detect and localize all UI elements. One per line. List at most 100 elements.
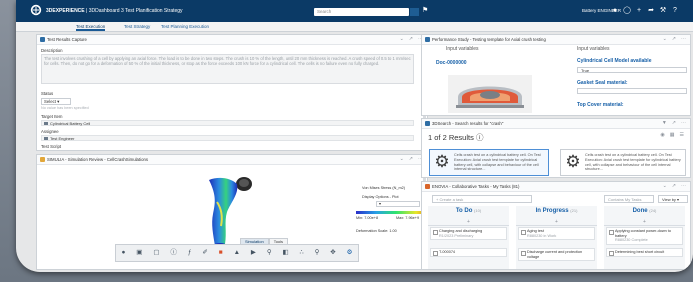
add-icon[interactable]: + [635, 6, 643, 15]
task-card[interactable]: Determining best short circuit [606, 248, 683, 257]
expand-icon[interactable]: ↗ [672, 119, 676, 128]
color-map-icon[interactable]: ■ [219, 248, 223, 258]
info-icon[interactable]: ⓘ [170, 248, 177, 258]
grid-view-icon[interactable]: ▦ [670, 131, 675, 140]
status-select[interactable]: Select ▾ [41, 98, 71, 105]
task-card[interactable]: T-000074 [430, 248, 507, 257]
display-options-select[interactable]: ▾ [376, 201, 420, 207]
panel-title: Test Results Capture [47, 37, 87, 42]
assignee-label: Assignee [41, 129, 59, 134]
panel-controls: ⌄ ↗ ⋯ [400, 35, 423, 44]
expand-icon[interactable]: ↗ [672, 35, 676, 44]
expand-icon[interactable]: ↗ [409, 155, 413, 164]
checkbox-icon[interactable] [521, 251, 526, 256]
filter-icon[interactable]: ▼ [662, 119, 667, 128]
add-task-button[interactable]: + [516, 219, 597, 226]
measure-icon[interactable]: ⚲ [315, 248, 320, 258]
checkbox-icon[interactable] [609, 251, 614, 256]
view-by-select[interactable]: View by ▾ [658, 195, 688, 203]
chevron-down-icon[interactable]: ⌄ [400, 155, 404, 164]
column-header: Done (24) [632, 208, 657, 214]
expand-icon[interactable]: ↗ [409, 35, 413, 44]
person-icon [44, 137, 48, 140]
performance-study-panel: Performance Study - Testing template for… [421, 34, 691, 116]
chevron-down-icon[interactable]: ⌄ [663, 182, 667, 191]
panel-controls: ⌄ ↗ ⋯ [663, 35, 686, 44]
display-options-label: Display Options - Plot [362, 195, 399, 199]
expand-icon[interactable]: ↗ [672, 182, 676, 191]
gear-icon: ⚙ [565, 152, 581, 171]
top-icons: ● ◯ + ➦ ⚒ ? [611, 6, 679, 15]
panel-title: SIMULIA - Simulation Review - CellCrashS… [47, 157, 149, 162]
nodes-icon[interactable]: ∴ [300, 248, 304, 258]
deformation-scale: Deformation Scale: 1.00 [356, 229, 397, 233]
more-icon[interactable]: ⋯ [681, 182, 686, 191]
deform-icon[interactable]: ▲ [234, 248, 240, 258]
kanban-column-in-progress: In Progress (21) + Aging test R880230 in … [516, 206, 597, 269]
chevron-down-icon[interactable]: ⌄ [663, 35, 667, 44]
camera-icon[interactable]: ▣ [136, 248, 142, 258]
compass-icon[interactable]: ◯ [623, 6, 631, 15]
cube-icon[interactable]: ▢ [153, 248, 159, 258]
widget-icon [40, 37, 45, 42]
legend-title: Von Mises Stress (N_m2) [362, 186, 406, 190]
add-task-button[interactable]: + [604, 219, 685, 226]
more-icon[interactable]: ⋯ [681, 119, 686, 128]
function-icon[interactable]: ƒ [188, 248, 192, 258]
checkbox-icon[interactable] [521, 230, 526, 235]
task-card[interactable]: Discharge current and protection voltage [518, 248, 595, 262]
panel-header: 3DSearch - Search results for "crash" ▼ … [422, 119, 690, 129]
more-icon[interactable]: ⋯ [681, 35, 686, 44]
gasket-label: Gasket Seal material: [577, 80, 628, 86]
panel-controls: ⌄ ↗ ⋯ [663, 182, 686, 191]
search-input[interactable]: Search [314, 8, 409, 16]
color-scale-bar [356, 211, 427, 214]
probe-icon[interactable]: ⚲ [267, 248, 272, 258]
search-button[interactable] [410, 8, 419, 16]
animate-icon[interactable]: ▶ [251, 248, 256, 258]
tab-test-execution[interactable]: Test Execution [76, 22, 106, 31]
settings-icon[interactable]: ⚙ [347, 248, 353, 258]
gasket-select[interactable] [577, 88, 687, 94]
status-label: Status [41, 91, 54, 96]
result-view-controls: ◉ ▦ ☰ [660, 131, 684, 140]
widget-icon [425, 184, 430, 189]
share-icon[interactable]: ➦ [647, 6, 655, 15]
task-card[interactable]: Applying constant power-down to battery R… [606, 227, 683, 245]
task-filter-input[interactable]: Contains My Tasks [604, 195, 654, 203]
sphere-icon[interactable]: ● [121, 248, 125, 258]
panel-title: Performance Study - Testing template for… [432, 37, 546, 42]
checkbox-icon[interactable] [609, 230, 614, 235]
tag-icon[interactable]: ⚑ [422, 7, 430, 15]
result-text: Cells crash test on a cylindrical batter… [454, 153, 541, 172]
checkbox-icon[interactable] [433, 251, 438, 256]
brush-icon[interactable]: ✐ [202, 248, 207, 258]
eye-icon[interactable]: ◉ [660, 131, 664, 140]
description-field[interactable]: The test involves crushing of a cell by … [41, 54, 414, 84]
section-icon[interactable]: ◧ [282, 248, 288, 258]
widget-icon [425, 121, 430, 126]
assignee-field[interactable]: Test Engineer [41, 135, 414, 141]
list-view-icon[interactable]: ☰ [680, 131, 684, 140]
task-card[interactable]: Charging and discharging R1/2023 Prelimin… [430, 227, 507, 241]
user-avatar-icon[interactable]: ● [611, 6, 619, 15]
search-result-card[interactable]: ⚙ Cells crash test on a cylindrical batt… [560, 149, 686, 176]
app-title: 3DEXPERIENCE | 3DDashboard 3 Test Planif… [46, 8, 183, 14]
add-task-button[interactable]: + [428, 219, 509, 226]
move-icon[interactable]: ✥ [330, 248, 335, 258]
document-link[interactable]: Doc-0000000 [436, 60, 467, 66]
dashboard-tabs: Test Execution Test Strategy Test Planni… [16, 22, 693, 32]
kanban-column-done: Done (24) + Applying constant power-down… [604, 206, 685, 269]
cell-model-select[interactable]: True [577, 67, 687, 73]
3ds-logo-icon [30, 4, 42, 16]
tab-test-planning-execution[interactable]: Test Planning Execution [161, 22, 209, 31]
help-icon[interactable]: ? [671, 6, 679, 15]
create-task-input[interactable]: + Create a task [432, 195, 532, 203]
target-item-field[interactable]: Cylindrical Battery Cell [41, 120, 414, 126]
search-result-card[interactable]: ⚙ Cells crash test on a cylindrical batt… [429, 149, 549, 176]
tab-test-strategy[interactable]: Test Strategy [124, 22, 150, 31]
chevron-down-icon[interactable]: ⌄ [400, 35, 404, 44]
task-card[interactable]: Aging test R880230 in Work [518, 227, 595, 241]
checkbox-icon[interactable] [433, 230, 438, 235]
tools-icon[interactable]: ⚒ [659, 6, 667, 15]
